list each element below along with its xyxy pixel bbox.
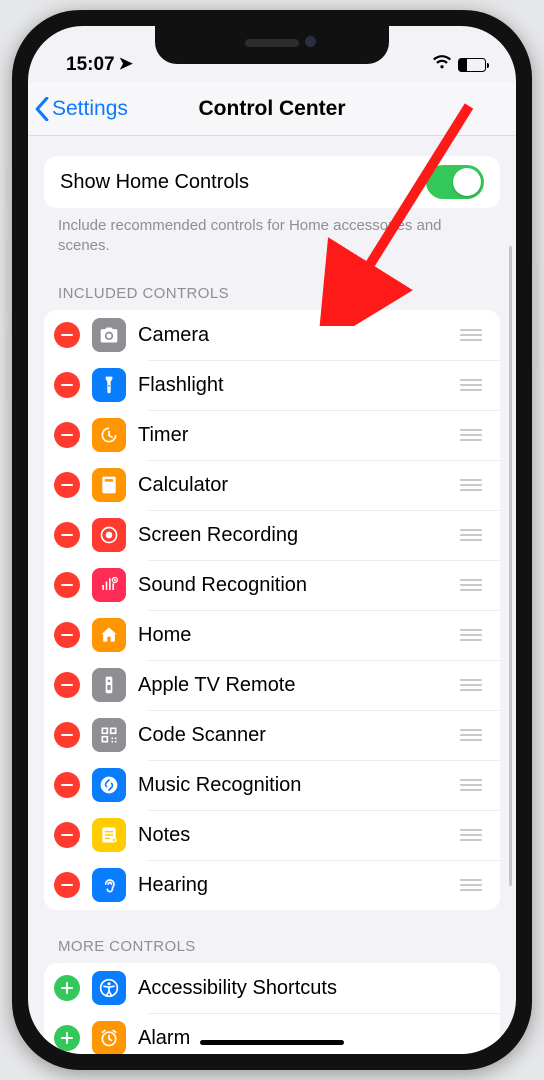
scroll-indicator [509, 246, 512, 886]
location-icon: ➤ [119, 54, 133, 74]
add-button[interactable] [54, 975, 80, 1001]
notes-icon [92, 818, 126, 852]
drag-handle[interactable] [458, 729, 484, 741]
control-row-accessibility-shortcuts: Accessibility Shortcuts [44, 963, 500, 1013]
timer-icon [92, 418, 126, 452]
drag-handle[interactable] [458, 779, 484, 791]
ear-icon [92, 868, 126, 902]
accessibility-icon [92, 971, 126, 1005]
drag-handle[interactable] [458, 879, 484, 891]
home-controls-note: Include recommended controls for Home ac… [58, 216, 486, 255]
drag-handle[interactable] [458, 629, 484, 641]
remove-button[interactable] [54, 772, 80, 798]
status-time: 15:07 [66, 54, 115, 76]
drag-handle[interactable] [458, 679, 484, 691]
control-row-home: Home [44, 610, 500, 660]
control-row-code-scanner: Code Scanner [44, 710, 500, 760]
remove-button[interactable] [54, 672, 80, 698]
control-label: Timer [138, 424, 458, 447]
show-home-controls-toggle[interactable] [426, 165, 484, 199]
qrcode-icon [92, 718, 126, 752]
control-row-hearing: Hearing [44, 860, 500, 910]
control-label: Camera [138, 324, 458, 347]
control-row-screen-recording: Screen Recording [44, 510, 500, 560]
control-label: Apple TV Remote [138, 674, 458, 697]
control-row-timer: Timer [44, 410, 500, 460]
drag-handle[interactable] [458, 379, 484, 391]
remove-button[interactable] [54, 472, 80, 498]
control-label: Accessibility Shortcuts [138, 977, 484, 1000]
alarm-icon [92, 1021, 126, 1054]
shazam-icon [92, 768, 126, 802]
control-label: Screen Recording [138, 524, 458, 547]
drag-handle[interactable] [458, 329, 484, 341]
control-label: Notes [138, 824, 458, 847]
control-row-music-recognition: Music Recognition [44, 760, 500, 810]
drag-handle[interactable] [458, 479, 484, 491]
drag-handle[interactable] [458, 579, 484, 591]
remove-button[interactable] [54, 622, 80, 648]
content: Show Home Controls Include recommended c… [28, 136, 516, 1054]
remove-button[interactable] [54, 522, 80, 548]
add-button[interactable] [54, 1025, 80, 1051]
control-row-sound-recognition: Sound Recognition [44, 560, 500, 610]
drag-handle[interactable] [458, 429, 484, 441]
included-controls-list: Camera Flashlight Timer Calculator Screen Re… [44, 310, 500, 910]
control-label: Hearing [138, 874, 458, 897]
control-row-camera: Camera [44, 310, 500, 360]
home-icon [92, 618, 126, 652]
battery-icon [458, 58, 486, 72]
control-row-flashlight: Flashlight [44, 360, 500, 410]
remove-button[interactable] [54, 422, 80, 448]
control-label: Home [138, 624, 458, 647]
control-label: Calculator [138, 474, 458, 497]
sound-icon [92, 568, 126, 602]
control-row-calculator: Calculator [44, 460, 500, 510]
more-controls-header: More Controls [58, 938, 486, 955]
remove-button[interactable] [54, 872, 80, 898]
remove-button[interactable] [54, 322, 80, 348]
show-home-controls-label: Show Home Controls [60, 171, 426, 194]
control-label: Code Scanner [138, 724, 458, 747]
home-indicator[interactable] [200, 1040, 344, 1045]
remote-icon [92, 668, 126, 702]
screen: 15:07 ➤ Settings Control Center [28, 26, 516, 1054]
nav-bar: Settings Control Center [28, 82, 516, 136]
home-controls-card: Show Home Controls [44, 156, 500, 208]
remove-button[interactable] [54, 722, 80, 748]
remove-button[interactable] [54, 822, 80, 848]
camera-icon [92, 318, 126, 352]
control-row-notes: Notes [44, 810, 500, 860]
drag-handle[interactable] [458, 529, 484, 541]
included-controls-header: Included Controls [58, 285, 486, 302]
page-title: Control Center [28, 97, 516, 121]
flashlight-icon [92, 368, 126, 402]
remove-button[interactable] [54, 372, 80, 398]
control-row-apple-tv-remote: Apple TV Remote [44, 660, 500, 710]
control-label: Flashlight [138, 374, 458, 397]
remove-button[interactable] [54, 572, 80, 598]
calculator-icon [92, 468, 126, 502]
drag-handle[interactable] [458, 829, 484, 841]
control-label: Sound Recognition [138, 574, 458, 597]
record-icon [92, 518, 126, 552]
wifi-icon [432, 54, 452, 76]
control-label: Alarm [138, 1027, 484, 1050]
notch [155, 26, 389, 64]
control-label: Music Recognition [138, 774, 458, 797]
control-row-alarm: Alarm [44, 1013, 500, 1054]
